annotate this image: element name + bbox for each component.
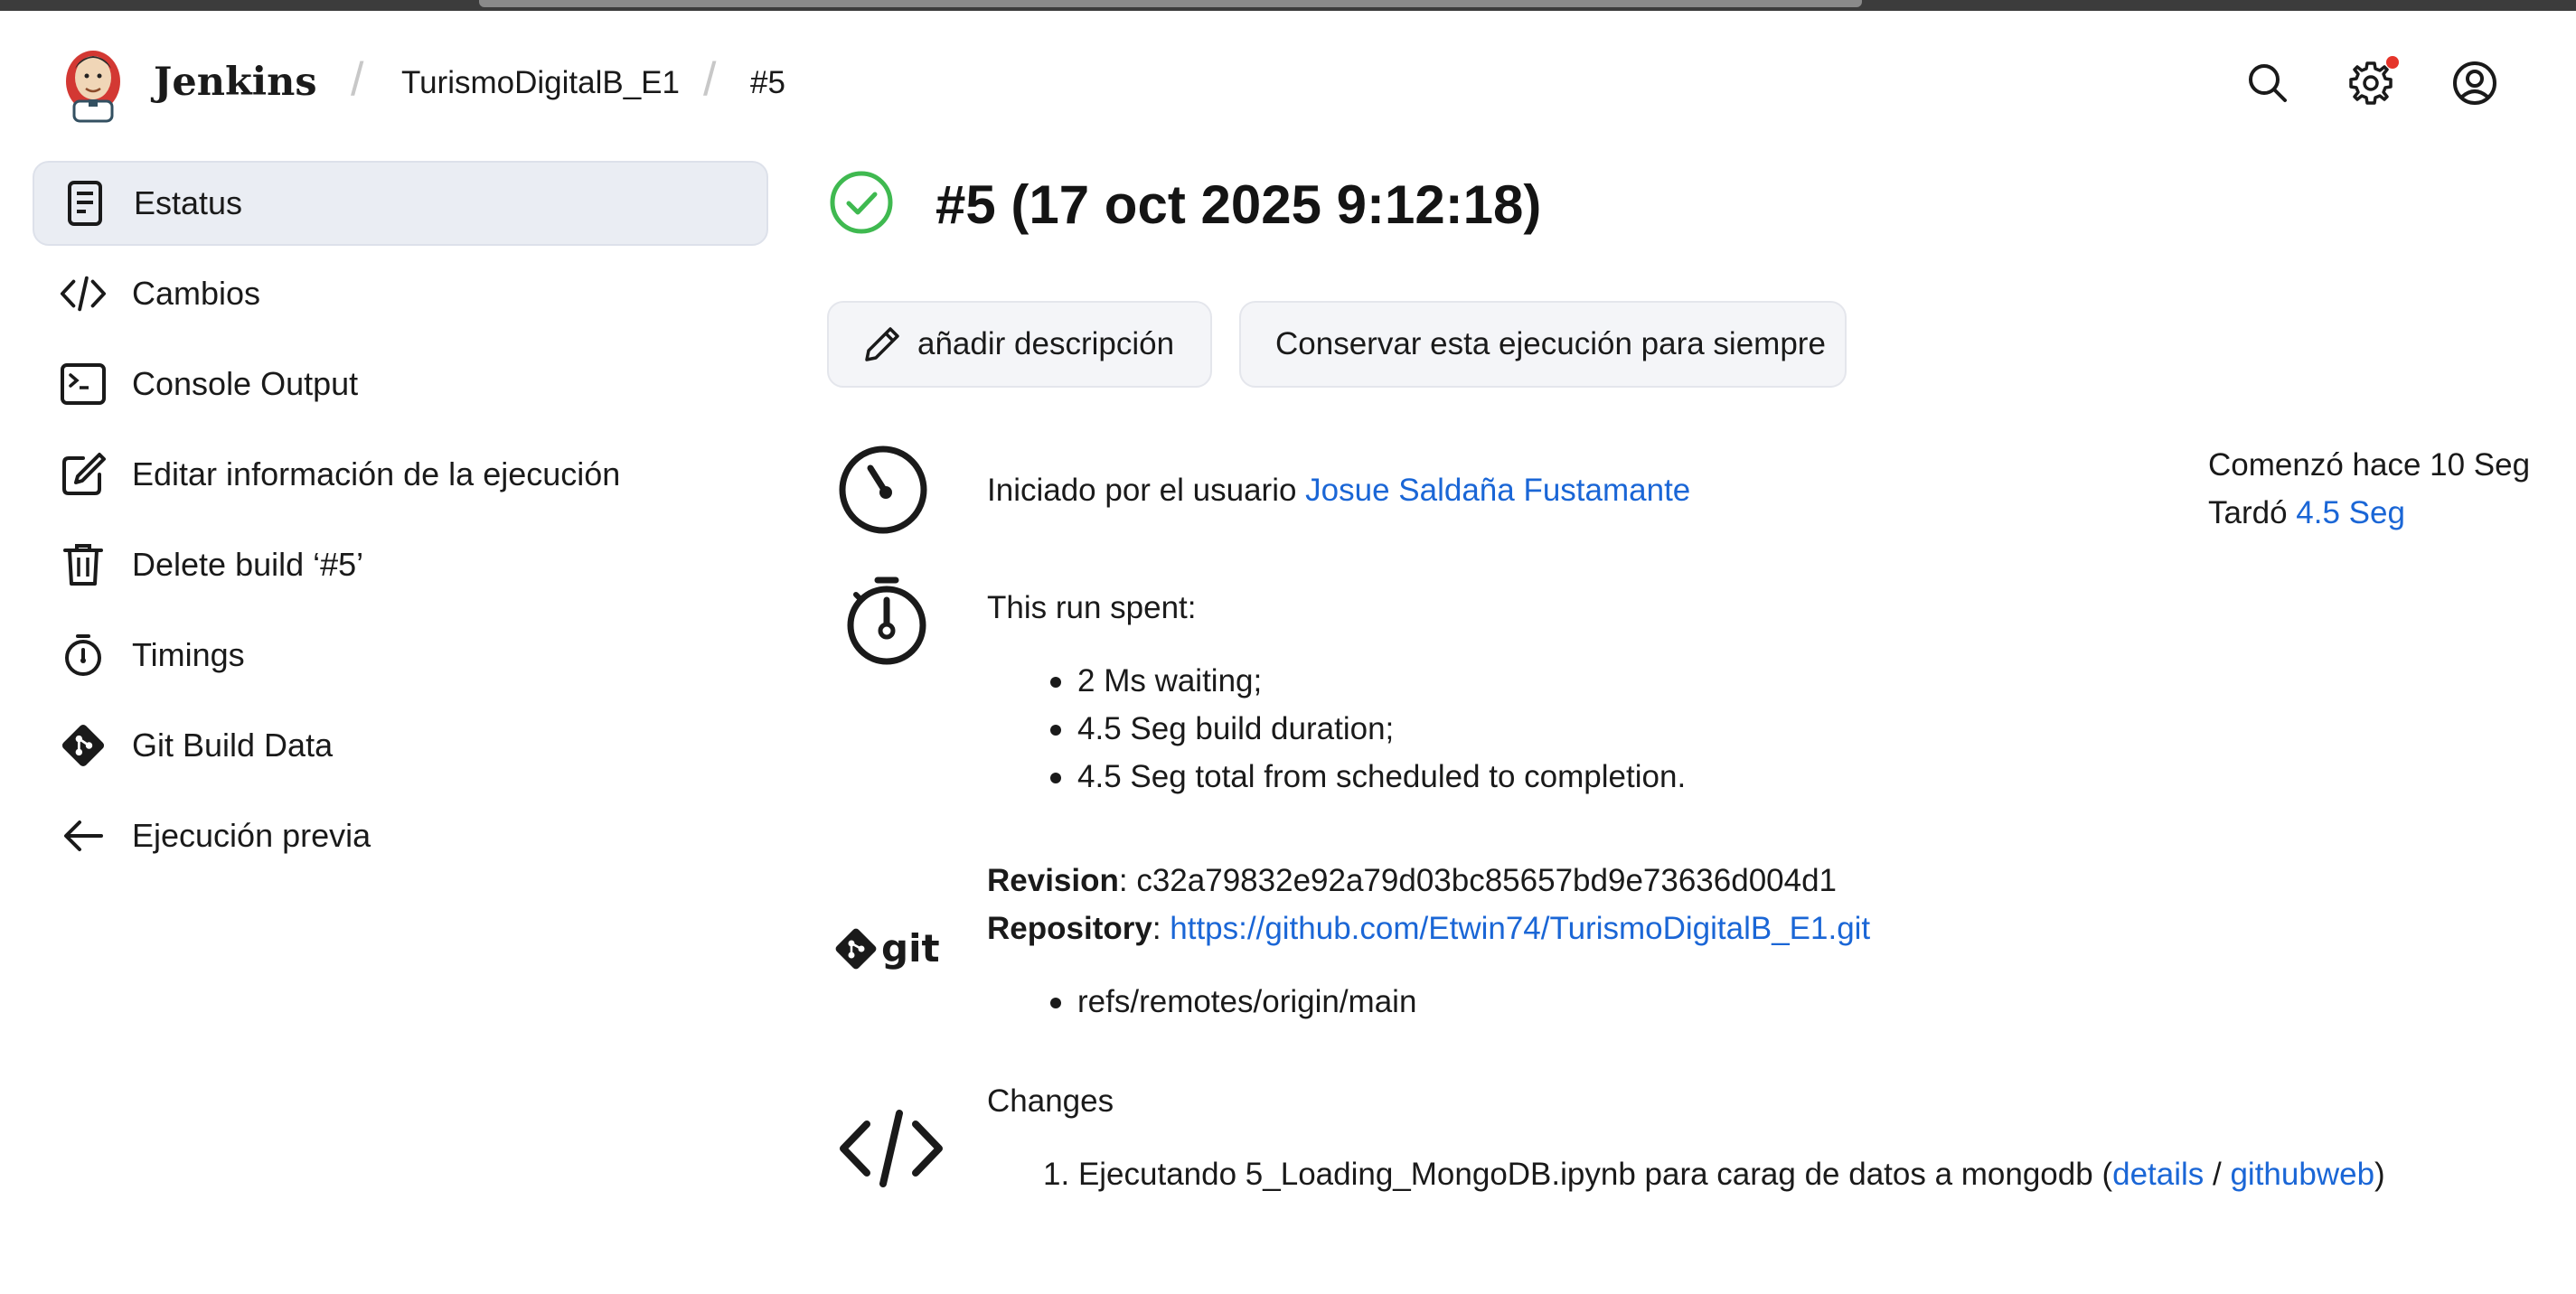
changes-body: Changes 1. Ejecutando 5_Loading_MongoDB.…: [987, 1077, 2385, 1198]
git-icon: [60, 722, 107, 769]
trash-icon: [60, 541, 107, 588]
sidebar-item-label: Console Output: [132, 365, 359, 402]
page-header: Jenkins / TurismoDigitalB_E1 / #5: [0, 36, 2576, 136]
jenkins-brand[interactable]: Jenkins: [154, 60, 317, 105]
sidebar-item-label: Ejecución previa: [132, 817, 371, 854]
sidebar-item-label: Delete build ‘#5’: [132, 546, 364, 583]
add-description-label: añadir descripción: [917, 326, 1175, 361]
revision-hash: c32a79832e92a79d03bc85657bd9e73636d004d1: [1136, 863, 1838, 898]
list-item: 2 Ms waiting;: [987, 657, 1686, 705]
build-title-row: #5 (17 oct 2025 9:12:18): [827, 166, 2544, 239]
code-icon: [838, 1108, 945, 1194]
timing-list: 2 Ms waiting; 4.5 Seg build duration; 4.…: [987, 657, 1686, 801]
stopwatch-icon: [843, 575, 930, 670]
sidebar-item-label: Estatus: [134, 184, 243, 221]
sidebar-item-editar-informacion[interactable]: Editar información de la ejecución: [33, 432, 768, 517]
sidebar-item-cambios[interactable]: Cambios: [33, 251, 768, 336]
breadcrumb-job[interactable]: TurismoDigitalB_E1: [401, 65, 680, 101]
sidebar-item-git-build-data[interactable]: Git Build Data: [33, 703, 768, 788]
repository-link[interactable]: https://github.com/Etwin74/TurismoDigita…: [1170, 911, 1870, 946]
change-message: Ejecutando 5_Loading_MongoDB.ipynb para …: [1077, 1157, 2093, 1192]
change-number: 1.: [1043, 1157, 1070, 1192]
arrow-left-icon: [60, 812, 107, 859]
page-title: #5 (17 oct 2025 9:12:18): [935, 174, 1542, 235]
started-by-prefix: Iniciado por el usuario: [987, 473, 1306, 508]
notification-dot: [2386, 56, 2399, 69]
timing-section: This run spent: 2 Ms waiting; 4.5 Seg bu…: [827, 575, 2544, 810]
timing-heading: This run spent:: [987, 590, 1197, 625]
browser-tab-indicator: [479, 0, 1862, 7]
changes-list: 1. Ejecutando 5_Loading_MongoDB.ipynb pa…: [987, 1150, 2385, 1198]
edit-icon: [60, 451, 107, 498]
changes-heading: Changes: [987, 1083, 1114, 1119]
changes-section: Changes 1. Ejecutando 5_Loading_MongoDB.…: [827, 1077, 2544, 1213]
duration-row: Tardó 4.5 Seg: [2208, 489, 2530, 537]
user-account-icon[interactable]: [2450, 59, 2499, 108]
success-check-icon: [829, 170, 894, 235]
search-icon[interactable]: [2243, 59, 2292, 108]
sidebar-item-timings[interactable]: Timings: [33, 613, 768, 698]
sidebar-item-label: Timings: [132, 636, 245, 673]
keep-forever-label: Conservar esta ejecución para siempre: [1275, 326, 1826, 361]
revision-row: Revision: c32a79832e92a79d03bc85657bd9e7…: [987, 863, 1838, 898]
add-description-button[interactable]: añadir descripción: [827, 301, 1212, 388]
timing-body: This run spent: 2 Ms waiting; 4.5 Seg bu…: [987, 584, 1686, 801]
started-by-section: Iniciado por el usuario Josue Saldaña Fu…: [827, 441, 2544, 540]
started-by-text: Iniciado por el usuario Josue Saldaña Fu…: [987, 466, 1690, 514]
document-icon: [61, 180, 108, 227]
githubweb-link[interactable]: githubweb: [2230, 1157, 2374, 1192]
list-item: 1. Ejecutando 5_Loading_MongoDB.ipynb pa…: [1043, 1157, 2385, 1192]
sidebar: Estatus Cambios Console Output Editar in…: [33, 161, 768, 884]
build-time-info: Comenzó hace 10 Seg Tardó 4.5 Seg: [2208, 441, 2530, 537]
code-icon: [60, 270, 107, 317]
breadcrumb-build[interactable]: #5: [750, 65, 785, 101]
repository-row: Repository: https://github.com/Etwin74/T…: [987, 911, 1871, 946]
link-separator: /: [2204, 1157, 2231, 1192]
git-logo-icon: git: [834, 922, 946, 980]
breadcrumb-separator: /: [351, 53, 364, 106]
sidebar-item-delete-build[interactable]: Delete build ‘#5’: [33, 522, 768, 607]
list-item: 4.5 Seg total from scheduled to completi…: [987, 753, 1686, 801]
speedometer-icon: [836, 441, 930, 539]
user-link[interactable]: Josue Saldaña Fustamante: [1305, 473, 1690, 508]
terminal-icon: [60, 361, 107, 408]
duration-link[interactable]: 4.5 Seg: [2296, 495, 2405, 530]
sidebar-item-ejecucion-previa[interactable]: Ejecución previa: [33, 793, 768, 878]
sidebar-item-console-output[interactable]: Console Output: [33, 342, 768, 427]
list-item: refs/remotes/origin/main: [987, 978, 1870, 1026]
stopwatch-icon: [60, 632, 107, 679]
branch-list: refs/remotes/origin/main: [987, 978, 1870, 1026]
jenkins-logo-icon[interactable]: [61, 45, 125, 125]
breadcrumb-separator: /: [703, 53, 717, 106]
pencil-icon: [865, 327, 899, 361]
started-ago: Comenzó hace 10 Seg: [2208, 447, 2531, 483]
git-logo-text: git: [881, 926, 940, 970]
took-label: Tardó: [2208, 495, 2297, 530]
sidebar-item-estatus[interactable]: Estatus: [33, 161, 768, 246]
revision-label: Revision: [987, 863, 1119, 898]
browser-top-strip: [0, 0, 2576, 11]
sidebar-item-label: Cambios: [132, 275, 261, 312]
sidebar-item-label: Editar información de la ejecución: [132, 455, 621, 492]
repository-label: Repository: [987, 911, 1152, 946]
list-item: 4.5 Seg build duration;: [987, 705, 1686, 753]
sidebar-item-label: Git Build Data: [132, 727, 334, 764]
keep-forever-button[interactable]: Conservar esta ejecución para siempre: [1239, 301, 1847, 388]
git-body: Revision: c32a79832e92a79d03bc85657bd9e7…: [987, 857, 1870, 1026]
git-section: git Revision: c32a79832e92a79d03bc85657b…: [827, 857, 2544, 1037]
details-link[interactable]: details: [2112, 1157, 2204, 1192]
